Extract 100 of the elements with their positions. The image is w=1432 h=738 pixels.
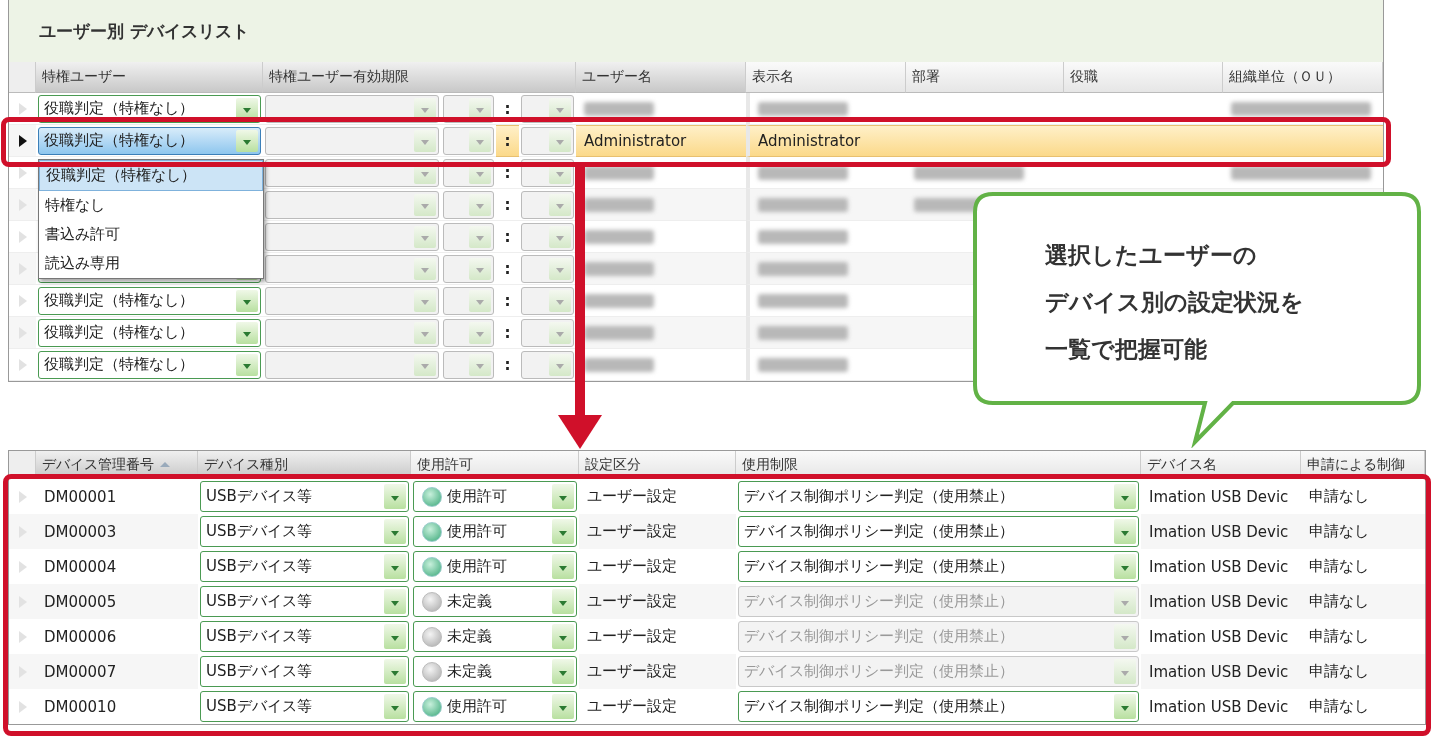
caret-icon xyxy=(549,257,571,280)
time-separator: : xyxy=(503,132,512,150)
caret-icon xyxy=(552,659,574,684)
sort-ascending-icon[interactable] xyxy=(160,462,170,467)
caret-icon xyxy=(236,129,258,152)
caret-icon xyxy=(414,289,436,312)
caret-icon xyxy=(469,257,491,280)
dropdown-field[interactable]: 役職判定（特権なし） xyxy=(38,286,261,315)
column-header[interactable]: ユーザー名 xyxy=(576,62,746,93)
dropdown-field[interactable]: USBデバイス等 xyxy=(200,516,409,547)
table-cell-text: DM00001 xyxy=(43,486,118,508)
dropdown-field[interactable]: 役職判定（特権なし） xyxy=(38,350,261,379)
table-cell: DM00007 xyxy=(36,654,198,689)
table-cell: Imation USB Devic xyxy=(1141,584,1301,619)
caret-icon xyxy=(414,193,436,216)
dropdown-field[interactable]: デバイス制御ポリシー判定（使用禁止） xyxy=(738,691,1139,722)
table-cell-text: ユーザー設定 xyxy=(586,626,678,647)
dropdown-field[interactable]: USBデバイス等 xyxy=(200,481,409,512)
caret-icon xyxy=(236,321,258,344)
menu-item[interactable]: 書込み許可 xyxy=(39,220,263,249)
caret-icon xyxy=(414,321,436,344)
panel-title: ユーザー別 デバイスリスト xyxy=(39,19,249,43)
dropdown-field[interactable]: 役職判定（特権なし） xyxy=(38,318,261,347)
column-header[interactable]: 部署 xyxy=(906,62,1064,93)
header-label: デバイス管理番号 xyxy=(42,455,154,474)
dropdown-field[interactable]: 役職判定（特権なし） xyxy=(38,126,261,155)
table-cell: 申請なし xyxy=(1301,654,1425,689)
caret-icon xyxy=(469,97,491,120)
caret-icon xyxy=(384,659,406,684)
dropdown-field[interactable]: 使用許可 xyxy=(413,691,577,722)
caret-icon xyxy=(469,289,491,312)
caret-icon xyxy=(552,589,574,614)
table-cell-text: Imation USB Devic xyxy=(1148,696,1290,718)
dropdown-field[interactable]: 使用許可 xyxy=(413,551,577,582)
caret-icon xyxy=(1114,659,1136,684)
time-separator: : xyxy=(503,355,512,374)
dropdown-field[interactable]: 使用許可 xyxy=(413,516,577,547)
header-label: 使用制限 xyxy=(742,455,798,474)
column-header[interactable]: 組織単位（ＯＵ） xyxy=(1223,62,1383,93)
table-cell-text: DM00010 xyxy=(43,696,118,718)
column-header[interactable]: 特権ユーザー有効期限 xyxy=(263,62,576,93)
table-cell-text: 申請なし xyxy=(1308,696,1370,717)
caret-icon xyxy=(384,694,406,719)
row-indicator-icon xyxy=(18,490,27,503)
header-label: 申請による制御 xyxy=(1307,455,1405,474)
caret-icon xyxy=(549,289,571,312)
table-cell-text: DM00004 xyxy=(43,556,118,578)
caret-icon xyxy=(469,353,491,376)
dropdown-field[interactable]: デバイス制御ポリシー判定（使用禁止） xyxy=(738,481,1139,512)
caret-icon xyxy=(384,624,406,649)
table-cell: Administrator xyxy=(746,125,906,157)
caret-icon xyxy=(414,257,436,280)
caret-icon xyxy=(469,129,491,152)
table-cell: 申請なし xyxy=(1301,584,1425,619)
table-cell-text: ユーザー設定 xyxy=(586,556,678,577)
menu-item[interactable]: 読込み専用 xyxy=(39,249,263,278)
caret-icon xyxy=(414,225,436,248)
column-header[interactable]: 表示名 xyxy=(746,62,906,93)
caret-icon xyxy=(549,321,571,344)
header-label: 使用許可 xyxy=(417,455,473,474)
caret-icon xyxy=(552,484,574,509)
table-cell: Imation USB Devic xyxy=(1141,514,1301,549)
row-indicator-icon xyxy=(18,630,27,643)
dropdown-field[interactable]: USBデバイス等 xyxy=(200,691,409,722)
caret-icon xyxy=(236,353,258,376)
row-header[interactable] xyxy=(9,125,36,157)
table-cell-text: Imation USB Devic xyxy=(1148,486,1290,508)
time-separator: : xyxy=(503,99,512,118)
table-cell-text: 申請なし xyxy=(1308,626,1370,647)
caret-icon xyxy=(414,97,436,120)
caret-icon xyxy=(1114,694,1136,719)
table-cell-text: ユーザー設定 xyxy=(586,696,678,717)
dropdown-field[interactable]: デバイス制御ポリシー判定（使用禁止） xyxy=(738,551,1139,582)
menu-item[interactable]: 特権なし xyxy=(39,191,263,220)
caret-icon xyxy=(552,554,574,579)
time-separator: : xyxy=(503,163,512,182)
table-cell: Administrator xyxy=(576,125,746,157)
time-separator: : xyxy=(503,195,512,214)
table-cell-text: ユーザー設定 xyxy=(586,486,678,507)
table-cell: DM00003 xyxy=(36,514,198,549)
table-cell-text: 申請なし xyxy=(1308,556,1370,577)
caret-icon xyxy=(1114,554,1136,579)
caret-icon xyxy=(236,97,258,120)
header-label: 設定区分 xyxy=(585,455,641,474)
table-cell-text: Imation USB Devic xyxy=(1148,626,1290,648)
caret-icon xyxy=(384,554,406,579)
header-label: デバイス種別 xyxy=(204,455,288,474)
callout-text: 選択したユーザーの デバイス別の設定状況を 一覧で把握可能 xyxy=(1045,241,1304,364)
dropdown-field[interactable]: USBデバイス等 xyxy=(200,551,409,582)
dropdown-field[interactable]: デバイス制御ポリシー判定（使用禁止） xyxy=(738,516,1139,547)
column-header[interactable]: 役職 xyxy=(1064,62,1223,93)
time-separator: : xyxy=(503,323,512,342)
dropdown-field[interactable]: 使用許可 xyxy=(413,481,577,512)
caret-icon xyxy=(414,129,436,152)
row-indicator-icon xyxy=(18,700,27,713)
table-cell: ユーザー設定 xyxy=(579,584,736,619)
caret-icon xyxy=(1114,624,1136,649)
column-header[interactable]: 特権ユーザー xyxy=(36,62,263,93)
caret-icon xyxy=(469,193,491,216)
caret-icon xyxy=(414,353,436,376)
